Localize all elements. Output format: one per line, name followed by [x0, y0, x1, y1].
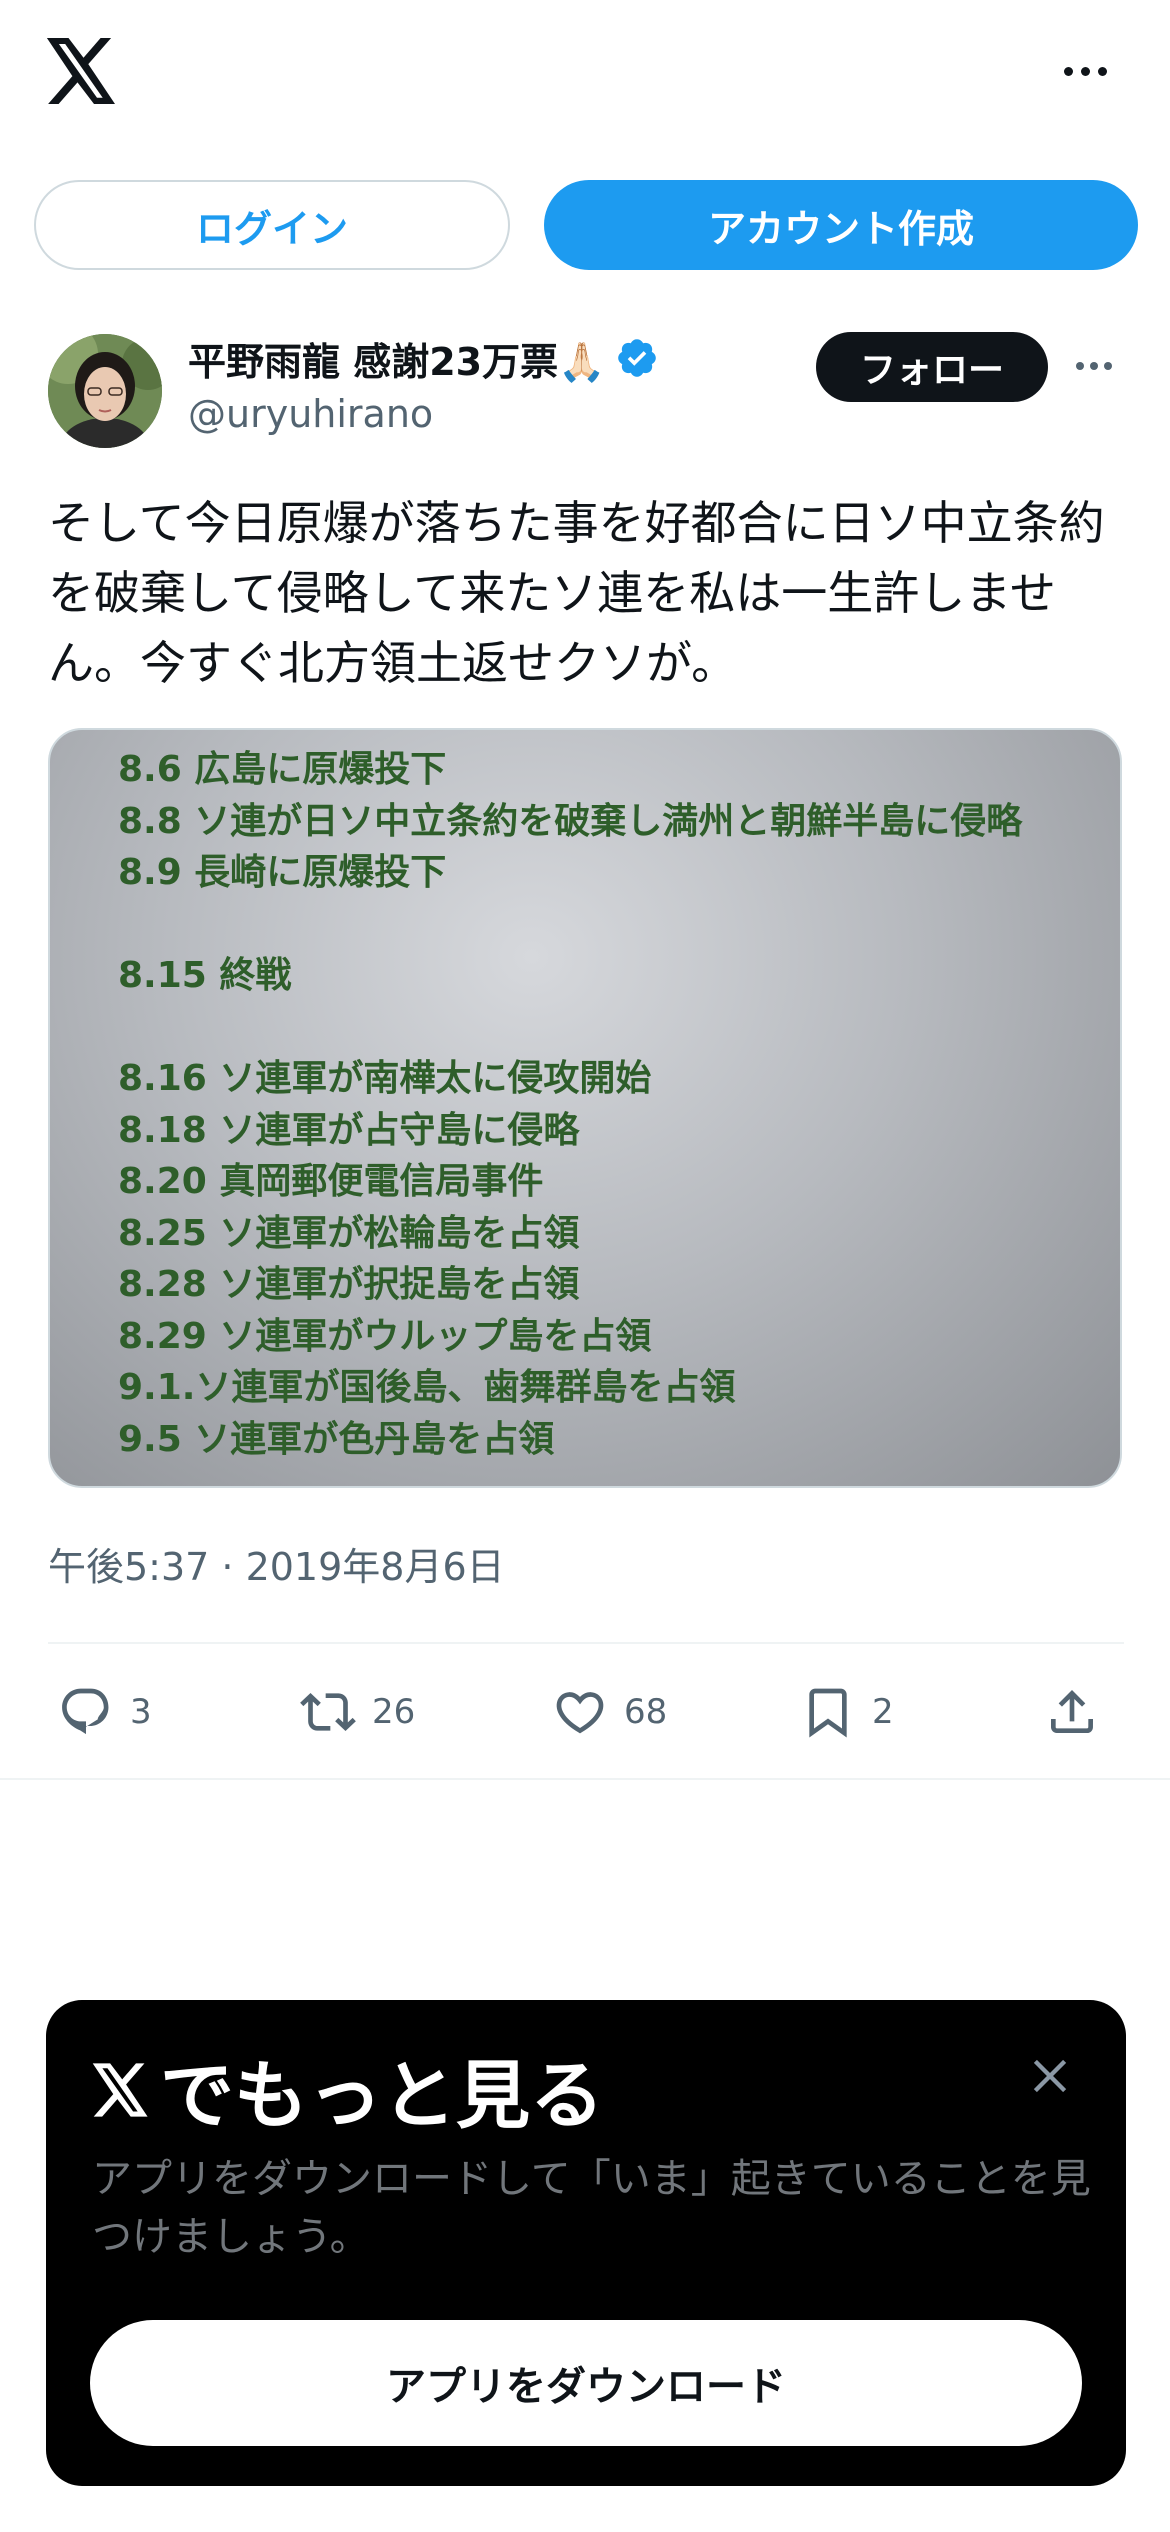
- image-text-line: 8.29 ソ連軍がウルップ島を占領: [118, 1315, 652, 1357]
- action-bar: 3 26 68 2: [48, 1672, 1124, 1752]
- post-more-icon[interactable]: [1072, 354, 1116, 378]
- repost-count: 26: [372, 1692, 416, 1732]
- reply-count: 3: [130, 1692, 152, 1732]
- post-image[interactable]: 8.6 広島に原爆投下 8.8 ソ連が日ソ中立条約を破棄し満州と朝鮮半島に侵略 8.…: [48, 728, 1122, 1488]
- like-button[interactable]: 68: [552, 1672, 667, 1752]
- reply-icon: [62, 1688, 109, 1735]
- post-timestamp[interactable]: 午後5:37 · 2019年8月6日: [48, 1536, 505, 1591]
- app-promo-card: でもっと見る アプリをダウンロードして「いま」起きていることを見つけましょう。 …: [46, 2000, 1126, 2486]
- follow-button[interactable]: フォロー: [816, 332, 1048, 402]
- x-logo-icon: [92, 2062, 148, 2117]
- share-button[interactable]: [1044, 1672, 1100, 1752]
- image-text-line: 8.6 広島に原爆投下: [118, 749, 447, 790]
- author-handle[interactable]: @uryuhirano: [188, 392, 433, 436]
- promo-title: でもっと見る: [92, 2036, 604, 2143]
- image-text-line: 8.25 ソ連軍が松輪島を占領: [118, 1212, 580, 1254]
- image-text-line: 9.5 ソ連軍が色丹島を占領: [118, 1418, 555, 1460]
- image-text-line: 8.16 ソ連軍が南樺太に侵攻開始: [118, 1058, 652, 1099]
- verified-badge-icon: [618, 339, 657, 377]
- share-icon: [1051, 1690, 1093, 1733]
- image-text-line: 8.8 ソ連が日ソ中立条約を破棄し満州と朝鮮半島に侵略: [118, 800, 1023, 842]
- auth-buttons: ログイン アカウント作成: [34, 180, 1138, 270]
- like-count: 68: [624, 1692, 668, 1732]
- avatar[interactable]: [48, 334, 162, 448]
- image-text-line: 8.20 真岡郵便電信局事件: [118, 1161, 544, 1202]
- repost-icon: [300, 1693, 356, 1731]
- author-display-name[interactable]: 平野雨龍 感謝23万票🙏🏻: [188, 331, 605, 386]
- divider: [48, 1642, 1124, 1644]
- heart-icon: [556, 1692, 604, 1734]
- bookmark-icon: [809, 1688, 847, 1738]
- divider: [0, 1778, 1170, 1780]
- promo-title-text: でもっと見る: [160, 2053, 604, 2139]
- bookmark-count: 2: [872, 1692, 894, 1732]
- image-text-line: [118, 899, 1022, 951]
- image-text-line: 8.18 ソ連軍が占守島に侵略: [118, 1109, 580, 1151]
- author-name-line: 平野雨龍 感謝23万票🙏🏻: [188, 330, 659, 386]
- x-logo-icon[interactable]: [46, 38, 118, 104]
- top-bar: [0, 0, 1170, 150]
- more-horizontal-icon[interactable]: [1058, 56, 1112, 86]
- repost-button[interactable]: 26: [300, 1672, 415, 1752]
- image-text-lines: 8.6 広島に原爆投下 8.8 ソ連が日ソ中立条約を破棄し満州と朝鮮半島に侵略 8.…: [118, 744, 1022, 1465]
- login-button[interactable]: ログイン: [34, 180, 510, 270]
- image-text-line: 9.1.ソ連軍が国後島、歯舞群島を占領: [118, 1367, 736, 1408]
- image-text-line: 8.28 ソ連軍が択捉島を占領: [118, 1264, 580, 1305]
- promo-description: アプリをダウンロードして「いま」起きていることを見つけましょう。: [92, 2156, 1091, 2260]
- reply-button[interactable]: 3: [58, 1672, 152, 1752]
- close-icon[interactable]: [1024, 2050, 1076, 2102]
- bookmark-button[interactable]: 2: [800, 1672, 894, 1752]
- download-app-button[interactable]: アプリをダウンロード: [90, 2320, 1082, 2446]
- post-text: そして今日原爆が落ちた事を好都合に日ソ中立条約を破棄して侵略して来たソ連を私は一…: [48, 496, 1105, 690]
- image-text-line: 8.9 長崎に原爆投下: [118, 852, 447, 893]
- image-text-line: 8.15 終戦: [118, 955, 292, 996]
- image-text-line: [118, 1002, 1022, 1054]
- create-account-button[interactable]: アカウント作成: [544, 180, 1138, 270]
